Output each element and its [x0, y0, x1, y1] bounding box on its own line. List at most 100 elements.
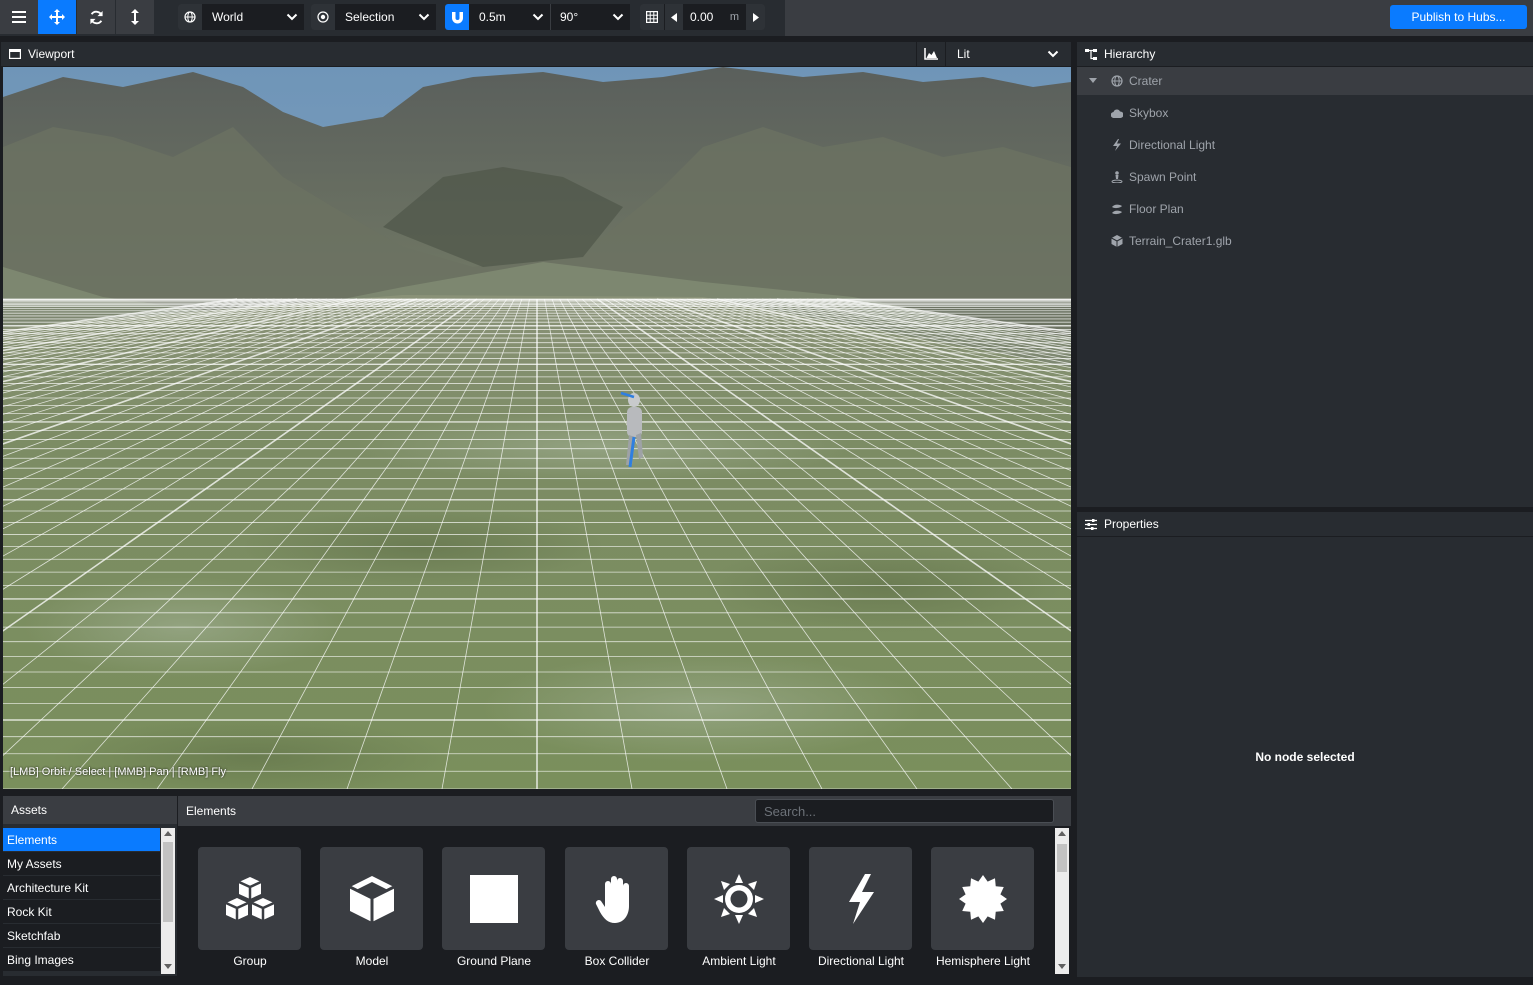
rotate-icon [89, 10, 104, 25]
sitemap-icon [1085, 48, 1097, 60]
grid-height-value: 0.00 [690, 10, 714, 24]
tree-node-root[interactable]: Crater [1077, 67, 1533, 95]
tree-node-floor-plan[interactable]: Floor Plan [1077, 195, 1533, 223]
tree-node-label: Skybox [1129, 106, 1169, 120]
hierarchy-panel-header: Hierarchy [1077, 42, 1533, 66]
chevron-down-icon [612, 10, 624, 24]
stats-toggle[interactable] [916, 42, 946, 66]
menu-icon [12, 11, 26, 23]
viewport-canvas[interactable] [3, 67, 1071, 789]
asset-source-sketchfab[interactable]: Sketchfab [3, 924, 160, 947]
caret-right-icon [752, 12, 759, 22]
scroll-up-icon[interactable] [1058, 831, 1066, 837]
snap-toggle[interactable] [445, 4, 469, 30]
translate-tool-button[interactable] [38, 0, 76, 34]
elements-scrollbar-thumb[interactable] [1057, 844, 1067, 872]
transform-space-group: World [178, 4, 304, 30]
assets-scrollbar-thumb[interactable] [163, 842, 173, 922]
menu-button[interactable] [0, 0, 38, 34]
viewport-controls-hint: [LMB] Orbit / Select | [MMB] Pan | [RMB]… [10, 766, 226, 778]
certificate-icon [958, 874, 1008, 924]
person-icon [1111, 171, 1123, 183]
element-group[interactable]: Group [198, 847, 302, 972]
scroll-down-icon[interactable] [164, 964, 172, 970]
bolt-icon [1111, 139, 1123, 151]
transform-pivot-select[interactable]: Selection [336, 4, 436, 30]
element-box-collider[interactable]: Box Collider [565, 847, 669, 972]
scroll-down-icon[interactable] [1058, 964, 1066, 970]
magnet-icon [451, 11, 464, 24]
grid-icon [646, 11, 658, 23]
element-tile[interactable] [931, 847, 1034, 950]
sliders-icon [1085, 518, 1097, 530]
elements-scrollbar[interactable] [1055, 828, 1069, 974]
caret-down-icon [1089, 78, 1097, 84]
grid-increase-button[interactable] [746, 4, 765, 30]
assets-header: Assets [3, 796, 177, 824]
scroll-up-icon[interactable] [164, 831, 172, 837]
elements-header: Elements [178, 796, 1071, 826]
chart-area-icon [924, 48, 938, 60]
elements-title: Elements [186, 804, 237, 818]
publish-button[interactable]: Publish to Hubs... [1390, 5, 1527, 29]
transform-space-select[interactable]: World [203, 4, 304, 30]
properties-body: No node selected [1077, 537, 1533, 977]
asset-source-architecture-kit[interactable]: Architecture Kit [3, 876, 160, 899]
viewport-title: Viewport [28, 47, 75, 61]
asset-source-rock-kit[interactable]: Rock Kit [3, 900, 160, 923]
arrows-move-icon [49, 9, 65, 25]
element-label: Model [355, 954, 389, 968]
elements-search-input[interactable] [755, 799, 1054, 823]
globe-icon [1111, 75, 1123, 87]
rotate-tool-button[interactable] [77, 0, 115, 34]
globe-icon [178, 4, 202, 30]
element-ground-plane[interactable]: Ground Plane [442, 847, 546, 972]
tree-node-directional-light[interactable]: Directional Light [1077, 131, 1533, 159]
elements-panel: Elements Group Model Ground Plane Box Co… [178, 796, 1071, 976]
element-model[interactable]: Model [320, 847, 424, 972]
element-tile[interactable] [198, 847, 301, 950]
snap-translation-value: 0.5m [479, 10, 506, 24]
toolbar: World Selection 0.5m 90° 0.00 m Publish … [0, 0, 1533, 36]
snap-translation-select[interactable]: 0.5m [470, 4, 550, 30]
asset-source-bing-images[interactable]: Bing Images [3, 948, 160, 971]
properties-title: Properties [1104, 517, 1159, 531]
transform-pivot-group: Selection [311, 4, 436, 30]
tree-node-label: Spawn Point [1129, 170, 1197, 184]
render-mode-select[interactable]: Lit [916, 42, 1071, 66]
tree-node-terrain[interactable]: Terrain_Crater1.glb [1077, 227, 1533, 255]
element-tile[interactable] [809, 847, 912, 950]
grid-decrease-button[interactable] [665, 4, 683, 30]
tree-node-label: Terrain_Crater1.glb [1129, 234, 1232, 248]
assets-scrollbar[interactable] [161, 828, 175, 974]
chevron-down-icon [532, 10, 544, 24]
bolt-icon [845, 873, 877, 924]
element-directional-light[interactable]: Directional Light [809, 847, 913, 972]
element-tile[interactable] [320, 847, 423, 950]
target-icon [311, 4, 335, 30]
square-icon [469, 874, 518, 923]
tree-node-label: Directional Light [1129, 138, 1216, 152]
tree-node-label: Floor Plan [1129, 202, 1184, 216]
element-tile[interactable] [565, 847, 668, 950]
scale-tool-button[interactable] [116, 0, 154, 34]
element-tile[interactable] [687, 847, 790, 950]
sun-icon [713, 873, 764, 924]
chevron-down-icon [1047, 48, 1059, 60]
asset-source-my-assets[interactable]: My Assets [3, 852, 160, 875]
tree-node-skybox[interactable]: Skybox [1077, 99, 1533, 127]
element-tile[interactable] [442, 847, 545, 950]
tree-node-spawn-point[interactable]: Spawn Point [1077, 163, 1533, 191]
grid-toggle[interactable] [640, 4, 664, 30]
shoe-prints-icon [1111, 204, 1123, 215]
cube-icon [1111, 235, 1123, 247]
snap-rotation-select[interactable]: 90° [551, 4, 630, 30]
grid-height-input[interactable]: 0.00 m [683, 4, 745, 30]
element-ambient-light[interactable]: Ambient Light [687, 847, 791, 972]
transform-space-value: World [212, 10, 244, 24]
element-hemisphere-light[interactable]: Hemisphere Light [931, 847, 1035, 972]
hierarchy-tree: Crater Skybox Directional Light Spawn Po… [1077, 67, 1533, 507]
element-label: Box Collider [584, 954, 650, 968]
transform-pivot-value: Selection [345, 10, 395, 24]
asset-source-elements[interactable]: Elements [3, 828, 160, 851]
